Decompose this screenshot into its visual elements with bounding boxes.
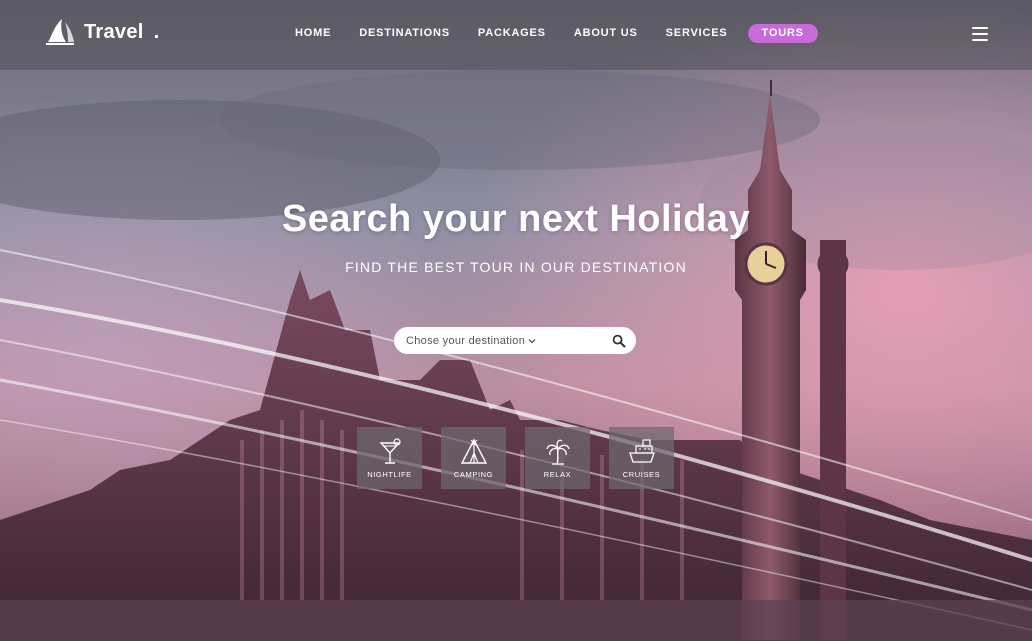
nav-services[interactable]: SERVICES <box>652 22 742 44</box>
cruise-ship-icon <box>628 439 655 463</box>
hamburger-menu-icon[interactable] <box>970 26 990 42</box>
hero-title-highlight: Holiday <box>609 198 754 240</box>
brand-logo[interactable]: Travel . <box>44 18 159 46</box>
category-label: RELAX <box>543 470 572 479</box>
hero-background-image <box>0 0 1032 641</box>
chevron-down-icon <box>528 338 536 343</box>
destination-search[interactable]: Chose your destination <box>394 327 636 354</box>
search-icon[interactable] <box>612 334 626 348</box>
nav-destinations[interactable]: DESTINATIONS <box>345 22 464 44</box>
main-nav: HOME DESTINATIONS PACKAGES ABOUT US SERV… <box>281 22 818 44</box>
nav-about-us[interactable]: ABOUT US <box>560 22 652 44</box>
category-label: CRUISES <box>622 470 661 479</box>
destination-select[interactable]: Chose your destination <box>406 335 525 347</box>
sailboat-icon <box>46 19 74 45</box>
site-header: Travel . HOME DESTINATIONS PACKAGES ABOU… <box>0 0 1032 70</box>
category-relax[interactable]: RELAX <box>525 427 590 489</box>
palm-tree-icon <box>545 439 570 465</box>
category-tiles: NIGHTLIFE CAMPING RELAX CRUISES <box>357 427 674 489</box>
hero-title-prefix: Search your next <box>281 198 599 240</box>
category-cruises[interactable]: CRUISES <box>609 427 674 489</box>
hero-title: Search your next Holiday <box>0 198 1032 241</box>
hero-subtitle: FIND THE BEST TOUR IN OUR DESTINATION <box>345 259 687 275</box>
nav-packages[interactable]: PACKAGES <box>464 22 560 44</box>
category-camping[interactable]: CAMPING <box>441 427 506 489</box>
category-label: CAMPING <box>453 470 494 479</box>
nav-tours[interactable]: TOURS <box>747 23 818 43</box>
nav-home[interactable]: HOME <box>281 22 345 44</box>
tent-icon <box>460 438 487 464</box>
brand-name: Travel <box>84 20 144 43</box>
category-nightlife[interactable]: NIGHTLIFE <box>357 427 422 489</box>
brand-dot: . <box>153 20 160 43</box>
cocktail-icon <box>378 438 401 464</box>
category-label: NIGHTLIFE <box>367 470 412 479</box>
